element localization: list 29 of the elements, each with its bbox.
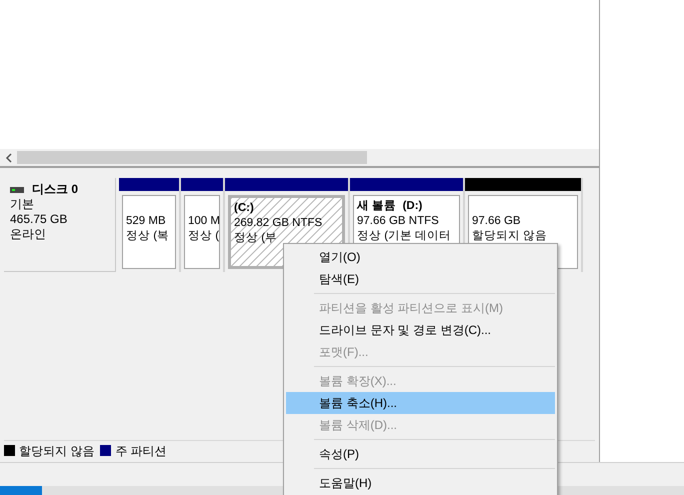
disk-type: 기본 bbox=[10, 197, 35, 212]
menu-item[interactable]: 속성(P) bbox=[286, 443, 555, 465]
disk-drive-icon bbox=[10, 186, 24, 192]
partition-label: (C:) bbox=[234, 201, 255, 216]
horizontal-scrollbar[interactable] bbox=[0, 149, 599, 166]
partition-size: 529 MB bbox=[126, 214, 167, 229]
partition-size: 97.66 GB bbox=[472, 214, 522, 229]
partition-status: 정상 (기본 데이터 bbox=[357, 229, 452, 244]
partition-size: 269.82 GB NTFS bbox=[234, 216, 324, 231]
menu-item[interactable]: 탐색(E) bbox=[286, 268, 555, 290]
disk-name: 디스크 0 bbox=[32, 182, 78, 197]
disk-status: 온라인 bbox=[10, 227, 47, 242]
menu-item[interactable]: 도움말(H) bbox=[286, 472, 555, 494]
partition-status: 정상 (복 bbox=[126, 229, 170, 244]
partition-label: 새 볼륨 (D:) bbox=[357, 199, 424, 214]
partition-size: 97.66 GB NTFS bbox=[357, 214, 440, 229]
menu-item[interactable]: 드라이브 문자 및 경로 변경(C)... bbox=[286, 319, 555, 341]
partition-card[interactable]: 529 MB 정상 (복 bbox=[122, 195, 176, 269]
legend-label: 주 파티션 bbox=[115, 442, 167, 460]
partition-header bbox=[119, 178, 179, 191]
disk-size: 465.75 GB bbox=[10, 212, 68, 227]
partition-status: 할당되지 않음 bbox=[472, 229, 548, 244]
partition-header bbox=[181, 178, 223, 191]
scroll-thumb[interactable] bbox=[17, 151, 367, 164]
menu-item[interactable]: 볼륨 축소(H)... bbox=[286, 392, 555, 414]
legend-label: 할당되지 않음 bbox=[19, 442, 94, 460]
partition-card[interactable]: 100 M 정상 ( bbox=[184, 195, 220, 269]
start-button[interactable] bbox=[0, 486, 42, 495]
partition-status: 정상 (부 bbox=[234, 231, 278, 246]
